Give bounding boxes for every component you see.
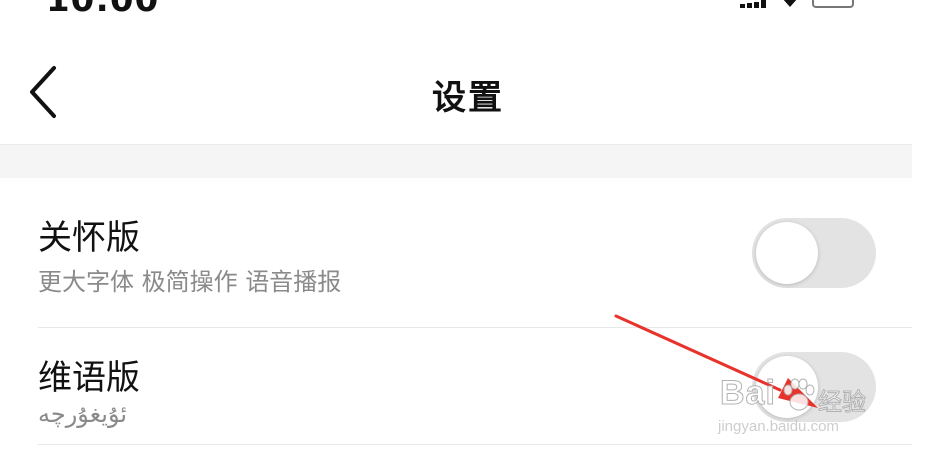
row-divider: [38, 444, 912, 445]
toggle-knob: [756, 356, 818, 418]
setting-row-uyghur-mode[interactable]: 维语版 ئۇيغۇرچە: [0, 328, 912, 446]
status-bar: 10:00: [0, 0, 936, 14]
wifi-icon: [783, 0, 797, 7]
status-time: 10:00: [46, 0, 159, 14]
right-gutter: [912, 144, 936, 460]
section-separator: [0, 144, 912, 178]
setting-row-care-mode[interactable]: 关怀版 更大字体 极简操作 语音播报: [0, 178, 912, 328]
page-title: 设置: [432, 78, 504, 118]
uyghur-mode-title: 维语版: [38, 358, 140, 398]
uyghur-mode-subtitle: ئۇيغۇرچە: [38, 400, 128, 428]
uyghur-mode-toggle[interactable]: [752, 352, 876, 422]
settings-screen: 10:00 设置 关怀版 更大字体 极简操作 语音播报 维语版: [0, 0, 936, 460]
signal-icon: [740, 0, 770, 8]
nav-bar: 设置: [0, 40, 936, 144]
toggle-knob: [756, 222, 818, 284]
care-mode-subtitle: 更大字体 极简操作 语音播报: [38, 268, 342, 296]
care-mode-toggle[interactable]: [752, 218, 876, 288]
care-mode-title: 关怀版: [38, 218, 140, 258]
battery-icon: [812, 0, 854, 8]
